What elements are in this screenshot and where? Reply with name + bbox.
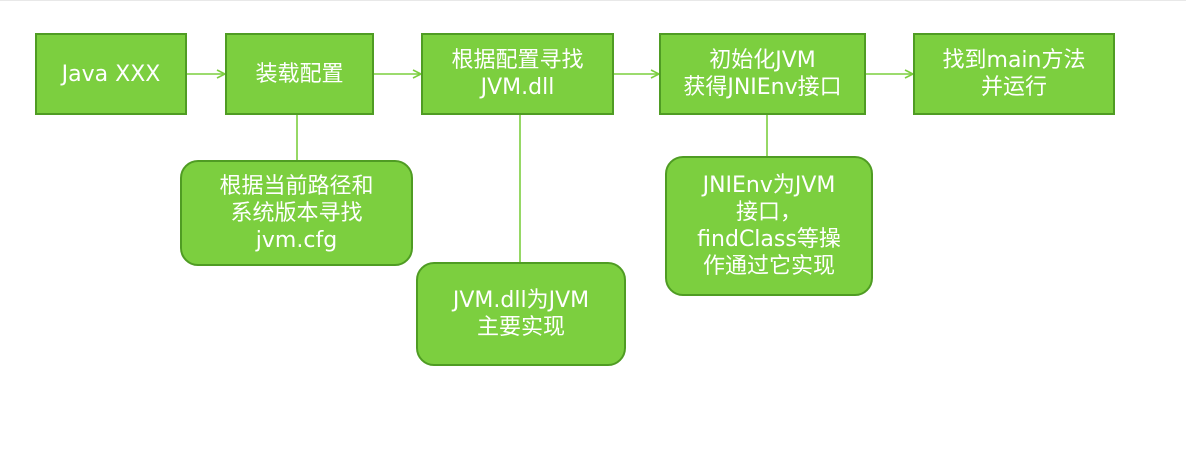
note-find-jvm-cfg: 根据当前路径和 系统版本寻找 jvm.cfg xyxy=(180,160,413,266)
step-init-jvm: 初始化JVM 获得JNIEnv接口 xyxy=(659,33,866,115)
step-run-main: 找到main方法 并运行 xyxy=(913,33,1115,115)
step-find-jvm-dll: 根据配置寻找 JVM.dll xyxy=(421,33,614,115)
note-jnienv-interface: JNIEnv为JVM 接口， findClass等操 作通过它实现 xyxy=(665,156,873,296)
step-load-config: 装载配置 xyxy=(225,33,374,115)
note-jvm-dll-impl: JVM.dll为JVM 主要实现 xyxy=(416,262,626,366)
step-java-xxx: Java XXX xyxy=(35,33,187,115)
